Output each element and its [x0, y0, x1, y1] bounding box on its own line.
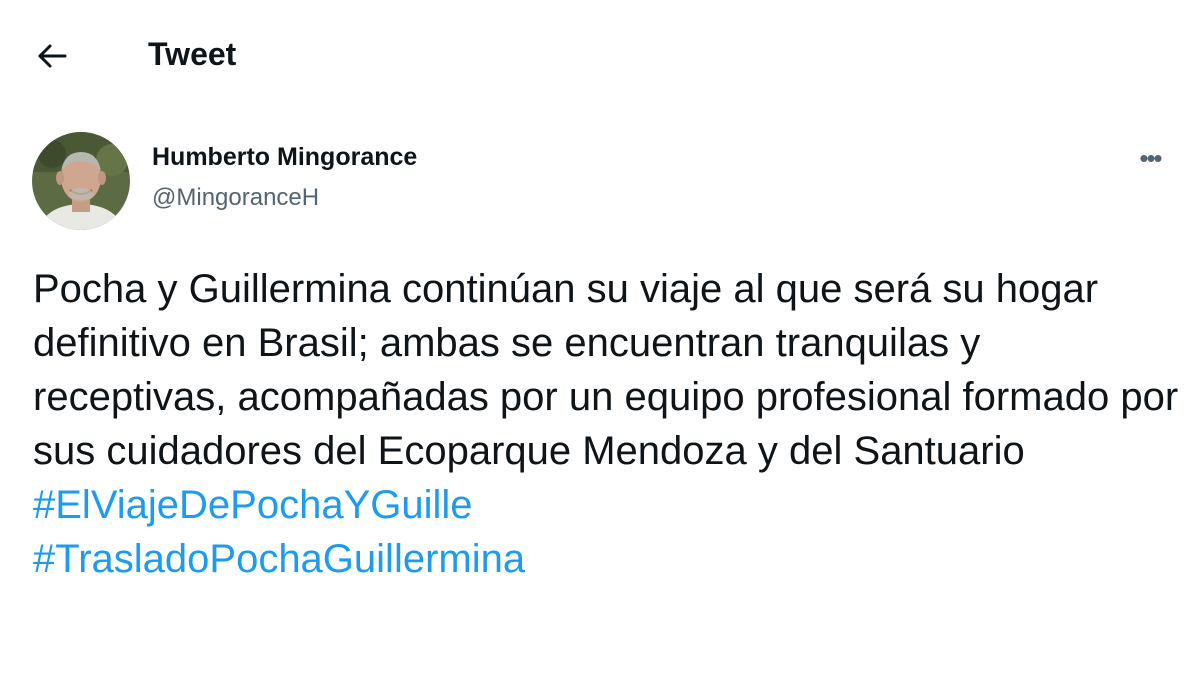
tweet-author: Humberto Mingorance @MingoranceH ••• — [0, 128, 1200, 230]
more-horizontal-icon: ••• — [1139, 142, 1162, 173]
avatar[interactable] — [32, 132, 130, 230]
tweet-body: Pocha y Guillermina continúan su viaje a… — [33, 262, 1183, 586]
author-name[interactable]: Humberto Mingorance — [152, 142, 417, 172]
author-handle[interactable]: @MingoranceH — [152, 183, 319, 213]
back-button[interactable] — [26, 30, 78, 82]
hashtag-link[interactable]: #TrasladoPochaGuillermina — [33, 532, 1183, 586]
hashtag-link[interactable]: #ElViajeDePochaYGuille — [33, 478, 1183, 532]
page-title: Tweet — [148, 36, 237, 72]
more-options-button[interactable]: ••• — [1124, 142, 1176, 174]
tweet-text: Pocha y Guillermina continúan su viaje a… — [33, 267, 1179, 473]
tweet-header: Tweet — [0, 0, 1200, 110]
arrow-left-icon — [37, 43, 67, 69]
